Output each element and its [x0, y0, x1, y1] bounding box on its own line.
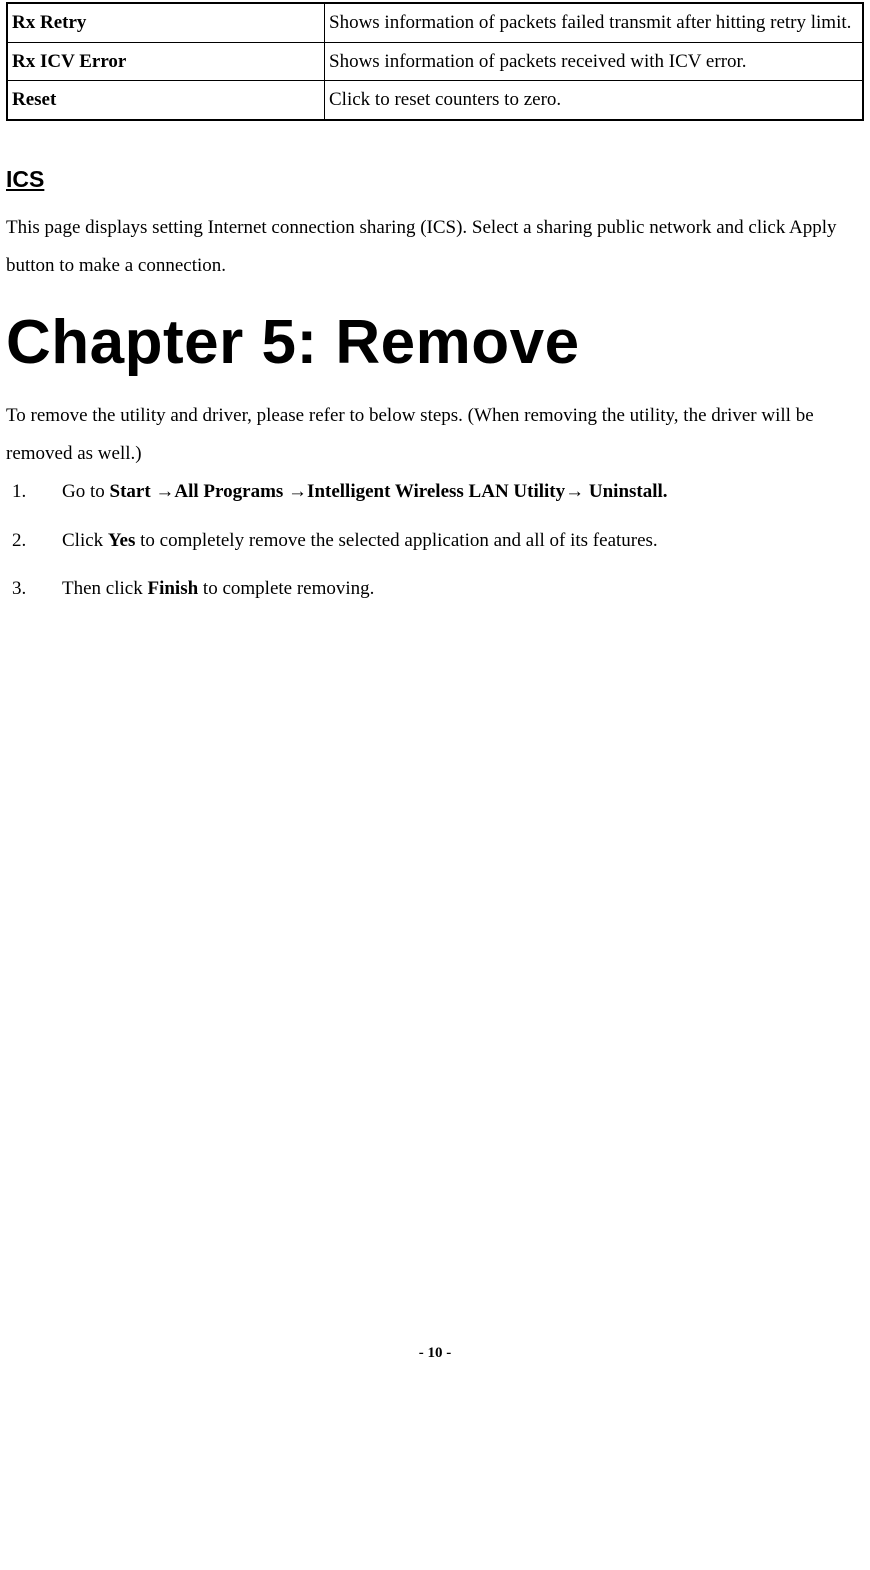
bold-text: Intelligent Wireless LAN Utility — [307, 481, 565, 502]
ics-paragraph: This page displays setting Internet conn… — [6, 209, 864, 285]
chapter-intro: To remove the utility and driver, please… — [6, 397, 864, 473]
bold-text: All Programs — [174, 481, 288, 502]
bold-text: Yes — [108, 530, 135, 551]
step-text: to complete removing. — [198, 578, 374, 599]
list-item: Click Yes to completely remove the selec… — [12, 528, 864, 555]
page-number: - 10 - — [6, 1343, 864, 1384]
term-cell: Reset — [7, 81, 325, 120]
term-cell: Rx ICV Error — [7, 42, 325, 81]
chapter-title: Chapter 5: Remove — [6, 309, 864, 377]
arrow-icon: → — [155, 481, 174, 502]
desc-cell: Shows information of packets received wi… — [325, 42, 864, 81]
list-item: Then click Finish to complete removing. — [12, 576, 864, 603]
definition-table: Rx Retry Shows information of packets fa… — [6, 2, 864, 121]
desc-cell: Click to reset counters to zero. — [325, 81, 864, 120]
bold-text: Start — [110, 481, 156, 502]
table-row: Reset Click to reset counters to zero. — [7, 81, 863, 120]
table-row: Rx ICV Error Shows information of packet… — [7, 42, 863, 81]
steps-list: Go to Start →All Programs →Intelligent W… — [6, 479, 864, 603]
ics-heading: ICS — [6, 163, 864, 195]
arrow-icon: → — [288, 481, 307, 502]
step-text: Go to — [62, 481, 110, 502]
step-text: Then click — [62, 578, 147, 599]
step-text: Click — [62, 530, 108, 551]
term-cell: Rx Retry — [7, 3, 325, 42]
step-text: to completely remove the selected applic… — [135, 530, 657, 551]
desc-cell: Shows information of packets failed tran… — [325, 3, 864, 42]
table-row: Rx Retry Shows information of packets fa… — [7, 3, 863, 42]
list-item: Go to Start →All Programs →Intelligent W… — [12, 479, 864, 506]
bold-text: Uninstall. — [584, 481, 667, 502]
bold-text: Finish — [147, 578, 198, 599]
arrow-icon: → — [565, 481, 584, 502]
